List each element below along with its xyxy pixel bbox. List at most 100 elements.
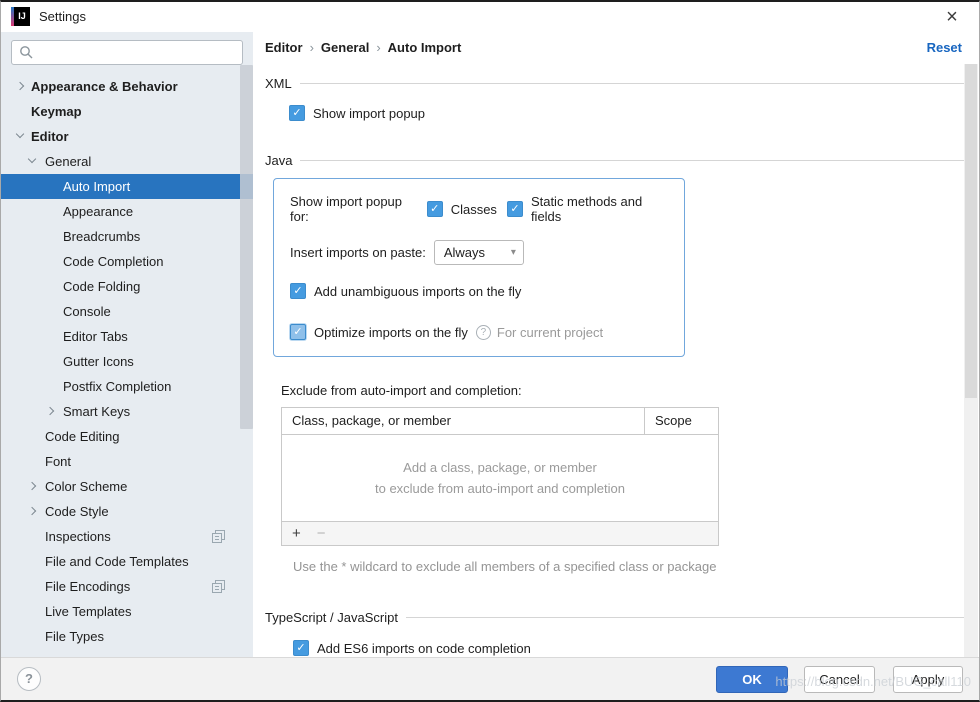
breadcrumb-separator: › [369,40,387,55]
sidebar-item[interactable]: Appearance [1,199,253,224]
empty-state-line2: to exclude from auto-import and completi… [282,478,718,499]
sidebar-item-label: Keymap [31,99,82,124]
classes-checkbox[interactable]: ✓ [427,201,443,217]
breadcrumb-separator: › [303,40,321,55]
sidebar-item[interactable]: Code Style [1,499,253,524]
optimize-imports-row: ✓ Optimize imports on the fly ? For curr… [290,324,670,340]
java-options-box: Show import popup for: ✓ Classes ✓ Stati… [273,178,685,357]
sidebar-item-label: Code Style [45,499,109,524]
add-unambiguous-checkbox[interactable]: ✓ [290,283,306,299]
reset-link[interactable]: Reset [927,40,962,55]
sidebar-item[interactable]: Keymap [1,99,253,124]
chevron-icon[interactable] [16,82,24,90]
sidebar-item[interactable]: Code Completion [1,249,253,274]
sidebar-item[interactable]: General [1,149,253,174]
insert-on-paste-row: Insert imports on paste: Always ▾ [290,240,670,265]
chevron-icon[interactable] [16,130,24,138]
empty-state-line1: Add a class, package, or member [282,457,718,478]
optimize-imports-hint: For current project [497,325,603,340]
exclude-table-empty-state: Add a class, package, or member to exclu… [282,435,718,521]
chevron-icon[interactable] [28,507,36,515]
chevron-icon[interactable] [28,155,36,163]
insert-on-paste-label: Insert imports on paste: [290,245,434,260]
breadcrumb: Editor›General›Auto Import [265,40,461,55]
sidebar-item-label: Color Scheme [45,474,127,499]
sidebar-item-label: Console [63,299,111,324]
sidebar-item[interactable]: Color Scheme [1,474,253,499]
sidebar-item[interactable]: Console [1,299,253,324]
sidebar-item[interactable]: Smart Keys [1,399,253,424]
sidebar-item[interactable]: Live Templates [1,599,253,624]
close-icon[interactable]: × [939,4,965,30]
chevron-icon[interactable] [28,482,36,490]
window-title: Settings [39,9,86,24]
sidebar-item-label: Gutter Icons [63,349,134,374]
sidebar-item[interactable]: Auto Import [1,174,253,199]
ok-button[interactable]: OK [716,666,788,693]
es6-imports-checkbox[interactable]: ✓ [293,640,309,656]
sidebar-item-label: File Types [45,624,104,649]
sidebar-item[interactable]: File Types [1,624,253,649]
sidebar-scrollbar[interactable] [240,65,253,429]
sidebar-item-label: File and Code Templates [45,549,189,574]
ts-section-title: TypeScript / JavaScript [265,610,406,625]
help-button[interactable]: ? [17,667,41,691]
main-scrollbar-track[interactable] [964,64,978,659]
insert-on-paste-select[interactable]: Always ▾ [434,240,524,265]
cancel-button[interactable]: Cancel [804,666,875,693]
classes-label: Classes [443,202,507,217]
show-import-popup-row: ✓ Show import popup [289,105,967,121]
sidebar-item[interactable]: Gutter Icons [1,349,253,374]
per-project-settings-icon [212,530,225,543]
optimize-imports-checkbox[interactable]: ✓ [290,324,306,340]
sidebar-item[interactable]: File Encodings [1,574,253,599]
exclude-table: Class, package, or member Scope Add a cl… [281,407,719,546]
sidebar-item[interactable]: Font [1,449,253,474]
help-icon[interactable]: ? [476,325,491,340]
show-import-popup-checkbox[interactable]: ✓ [289,105,305,121]
breadcrumb-auto-import: Auto Import [388,40,462,55]
per-project-settings-icon [212,580,225,593]
title-bar: IJ Settings × [1,2,979,32]
column-scope[interactable]: Scope [645,408,718,434]
sidebar-item-label: Appearance [63,199,133,224]
sidebar-item[interactable]: Code Folding [1,274,253,299]
settings-dialog: IJ Settings × Appearance & Behavior Keym… [0,0,980,702]
sidebar-item[interactable]: Editor [1,124,253,149]
chevron-icon[interactable] [46,407,54,415]
add-icon[interactable]: + [292,525,301,542]
settings-sidebar: Appearance & Behavior Keymap Editor [1,32,253,659]
sidebar-item-label: File Encodings [45,574,130,599]
add-unambiguous-label: Add unambiguous imports on the fly [306,284,521,299]
sidebar-item[interactable]: Code Editing [1,424,253,449]
sidebar-item-label: Postfix Completion [63,374,171,399]
sidebar-item-label: Code Folding [63,274,140,299]
apply-button[interactable]: Apply [893,666,963,693]
column-class-package-member[interactable]: Class, package, or member [282,408,645,434]
breadcrumb-general[interactable]: General [321,40,369,55]
static-methods-label: Static methods and fields [523,194,670,224]
sidebar-item-label: Auto Import [63,174,130,199]
static-methods-checkbox[interactable]: ✓ [507,201,523,217]
sidebar-item[interactable]: Appearance & Behavior [1,74,253,99]
sidebar-item-label: Smart Keys [63,399,130,424]
java-section-header: Java [265,153,967,168]
chevron-down-icon: ▾ [511,247,516,258]
sidebar-item[interactable]: File and Code Templates [1,549,253,574]
sidebar-item-label: Inspections [45,524,111,549]
sidebar-item-label: Editor Tabs [63,324,128,349]
ts-section-header: TypeScript / JavaScript [265,610,967,625]
exclude-table-toolbar: + − [282,521,718,545]
sidebar-item[interactable]: Inspections [1,524,253,549]
remove-icon[interactable]: − [317,525,326,542]
settings-search-input[interactable] [11,40,243,65]
sidebar-item-label: Editor [31,124,69,149]
sidebar-item[interactable]: Editor Tabs [1,324,253,349]
main-scrollbar-thumb[interactable] [965,64,977,398]
section-divider [300,83,967,84]
sidebar-item[interactable]: Postfix Completion [1,374,253,399]
es6-imports-label: Add ES6 imports on code completion [309,641,531,656]
breadcrumb-editor[interactable]: Editor [265,40,303,55]
sidebar-item[interactable]: Breadcrumbs [1,224,253,249]
section-divider [300,160,967,161]
